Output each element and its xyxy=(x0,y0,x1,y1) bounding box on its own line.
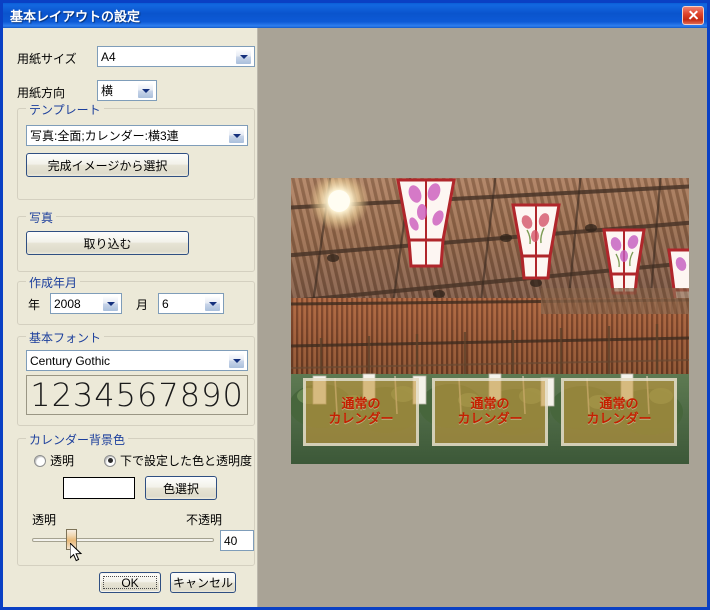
window-title: 基本レイアウトの設定 xyxy=(10,9,141,24)
ok-button[interactable]: OK xyxy=(99,572,161,593)
photo-group-label: 写真 xyxy=(26,209,57,226)
year-value: 2008 xyxy=(54,296,81,311)
opacity-slider-thumb[interactable] xyxy=(66,529,78,550)
opacity-value: 40 xyxy=(224,533,238,548)
creation-date-group-label: 作成年月 xyxy=(26,274,81,291)
title-bar: 基本レイアウトの設定 xyxy=(3,3,707,28)
chevron-down-icon xyxy=(228,127,245,144)
calendar-placeholder-line2: カレンダー xyxy=(328,411,394,426)
slider-max-label: 不透明 xyxy=(186,513,223,527)
radio-custom-color[interactable]: 下で設定した色と透明度 xyxy=(104,452,252,469)
calendar-placeholder-line1: 通常の xyxy=(341,396,381,412)
photo-preview[interactable]: 通常の カレンダー 通常の カレンダー 通常の カレンダー xyxy=(291,178,689,464)
calendar-background-group-label: カレンダー背景色 xyxy=(26,431,129,448)
chevron-down-icon xyxy=(204,295,221,312)
base-font-value: Century Gothic xyxy=(30,353,111,368)
radio-custom-color-dot xyxy=(104,454,116,467)
base-font-group: 基本フォント Century Gothic 1234567890 xyxy=(17,329,255,426)
settings-panel: 用紙サイズ A4 用紙方向 横 テンプレート 写真:全面;カレンダー:横3連 完… xyxy=(3,28,257,607)
calendar-placeholder[interactable]: 通常の カレンダー xyxy=(432,378,548,446)
calendar-placeholder-line2: カレンダー xyxy=(586,411,652,426)
paper-orientation-label: 用紙方向 xyxy=(17,86,66,100)
select-from-finished-image-label: 完成イメージから選択 xyxy=(47,158,168,173)
paper-size-select[interactable]: A4 xyxy=(97,46,255,67)
calendar-placeholder[interactable]: 通常の カレンダー xyxy=(303,378,419,446)
slider-min-label: 透明 xyxy=(32,513,57,527)
month-value: 6 xyxy=(162,296,169,311)
paper-size-row: 用紙サイズ xyxy=(17,50,77,67)
color-select-button[interactable]: 色選択 xyxy=(145,476,217,500)
photo-group: 写真 取り込む xyxy=(17,209,255,272)
import-photo-button[interactable]: 取り込む xyxy=(26,231,189,255)
base-font-group-label: 基本フォント xyxy=(26,329,105,346)
paper-size-value: A4 xyxy=(101,49,116,64)
paper-orientation-row: 用紙方向 xyxy=(17,84,65,101)
select-from-finished-image-button[interactable]: 完成イメージから選択 xyxy=(26,153,189,177)
opacity-slider-track[interactable] xyxy=(32,538,214,542)
calendar-placeholder-line1: 通常の xyxy=(599,396,639,412)
dialog-window: 基本レイアウトの設定 用紙サイズ A4 用紙方向 横 テンプレート 写真:全面;… xyxy=(0,0,710,610)
base-font-select[interactable]: Century Gothic xyxy=(26,350,248,371)
year-select[interactable]: 2008 xyxy=(50,293,122,314)
font-preview: 1234567890 xyxy=(26,375,248,415)
creation-date-group: 作成年月 年 2008 月 6 xyxy=(17,274,255,325)
calendar-placeholder[interactable]: 通常の カレンダー xyxy=(561,378,677,446)
month-select[interactable]: 6 xyxy=(158,293,224,314)
chevron-down-icon xyxy=(102,295,119,312)
import-photo-label: 取り込む xyxy=(83,236,132,251)
preview-panel: 通常の カレンダー 通常の カレンダー 通常の カレンダー xyxy=(257,28,707,607)
cancel-button[interactable]: キャンセル xyxy=(170,572,236,593)
month-label: 月 xyxy=(136,298,149,312)
ok-button-label: OK xyxy=(121,575,139,590)
calendar-background-group: カレンダー背景色 透明 下で設定した色と透明度 色選択 透明 不透明 40 xyxy=(17,431,255,566)
dialog-client-area: 用紙サイズ A4 用紙方向 横 テンプレート 写真:全面;カレンダー:横3連 完… xyxy=(3,28,707,607)
close-icon[interactable] xyxy=(682,6,704,25)
template-select[interactable]: 写真:全面;カレンダー:横3連 xyxy=(26,125,248,146)
template-group-label: テンプレート xyxy=(26,101,104,118)
cancel-button-label: キャンセル xyxy=(172,576,233,590)
chevron-down-icon xyxy=(137,82,154,99)
radio-transparent-label: 透明 xyxy=(50,454,75,468)
template-value: 写真:全面;カレンダー:横3連 xyxy=(30,129,179,143)
calendar-placeholder-line1: 通常の xyxy=(470,396,510,412)
opacity-value-input[interactable]: 40 xyxy=(220,530,254,551)
paper-orientation-value: 横 xyxy=(101,84,114,98)
color-swatch[interactable] xyxy=(63,477,135,499)
radio-transparent-dot xyxy=(34,454,46,467)
radio-transparent[interactable]: 透明 xyxy=(34,452,74,469)
year-label: 年 xyxy=(28,298,41,312)
chevron-down-icon xyxy=(228,352,245,369)
paper-size-label: 用紙サイズ xyxy=(17,52,77,66)
radio-custom-color-label: 下で設定した色と透明度 xyxy=(120,454,253,468)
calendar-placeholder-line2: カレンダー xyxy=(457,411,523,426)
font-preview-text: 1234567890 xyxy=(30,376,244,414)
paper-orientation-select[interactable]: 横 xyxy=(97,80,157,101)
template-group: テンプレート 写真:全面;カレンダー:横3連 完成イメージから選択 xyxy=(17,101,255,200)
chevron-down-icon xyxy=(235,48,252,65)
color-select-label: 色選択 xyxy=(162,481,199,496)
